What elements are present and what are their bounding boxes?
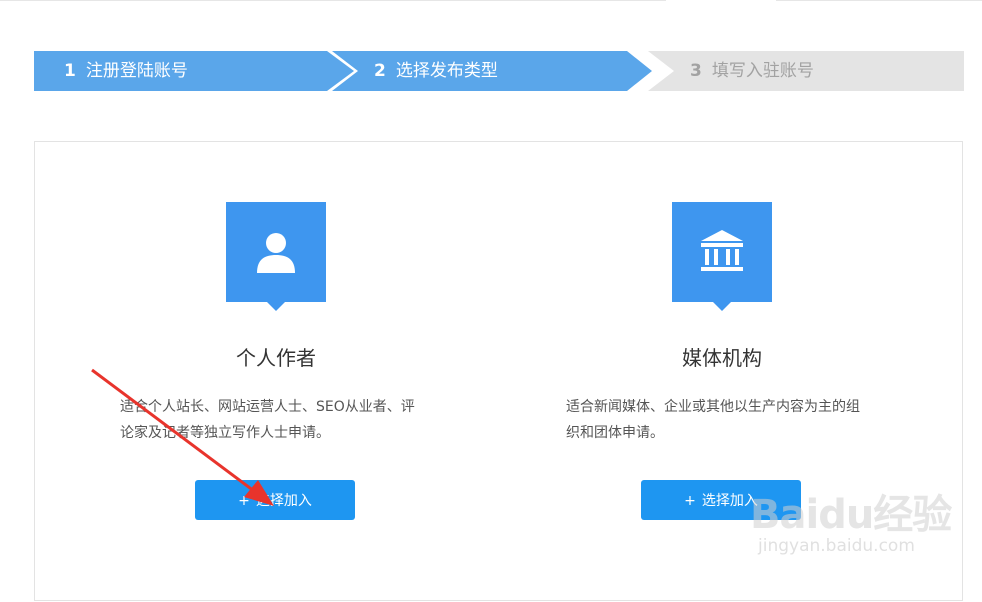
- plus-icon: +: [238, 493, 250, 509]
- step-2: 2 选择发布类型: [332, 51, 652, 91]
- institution-icon: [672, 202, 772, 311]
- top-border: [0, 0, 982, 1]
- step-label: 注册登陆账号: [85, 61, 188, 81]
- card-title: 个人作者: [236, 346, 316, 370]
- step-number: 1: [64, 61, 76, 81]
- card-title: 媒体机构: [682, 346, 762, 370]
- card-description: 适合个人站长、网站运营人士、SEO从业者、评论家及记者等独立写作人士申请。: [120, 399, 415, 441]
- watermark-url: jingyan.baidu.com: [758, 536, 915, 556]
- step-progress: 1 注册登陆账号 2 选择发布类型 3 填写入驻账号: [34, 51, 964, 91]
- step-number: 2: [374, 61, 386, 81]
- join-personal-button[interactable]: + 选择加入: [195, 480, 355, 520]
- step-number: 3: [690, 61, 702, 81]
- step-3: 3 填写入驻账号: [648, 51, 964, 91]
- step-label: 填写入驻账号: [711, 61, 814, 81]
- watermark-logo: Baidu经验: [750, 492, 952, 538]
- top-tab-gap: [666, 0, 776, 1]
- person-icon: [226, 202, 326, 311]
- plus-icon: +: [684, 493, 696, 509]
- button-label: 选择加入: [255, 493, 312, 509]
- card-description: 适合新闻媒体、企业或其他以生产内容为主的组织和团体申请。: [566, 399, 860, 441]
- step-1: 1 注册登陆账号: [34, 51, 354, 91]
- baidu-watermark: Baidu经验 jingyan.baidu.com: [750, 468, 980, 558]
- step-label: 选择发布类型: [395, 61, 498, 81]
- card-personal-author: 个人作者 适合个人站长、网站运营人士、SEO从业者、评论家及记者等独立写作人士申…: [85, 142, 485, 602]
